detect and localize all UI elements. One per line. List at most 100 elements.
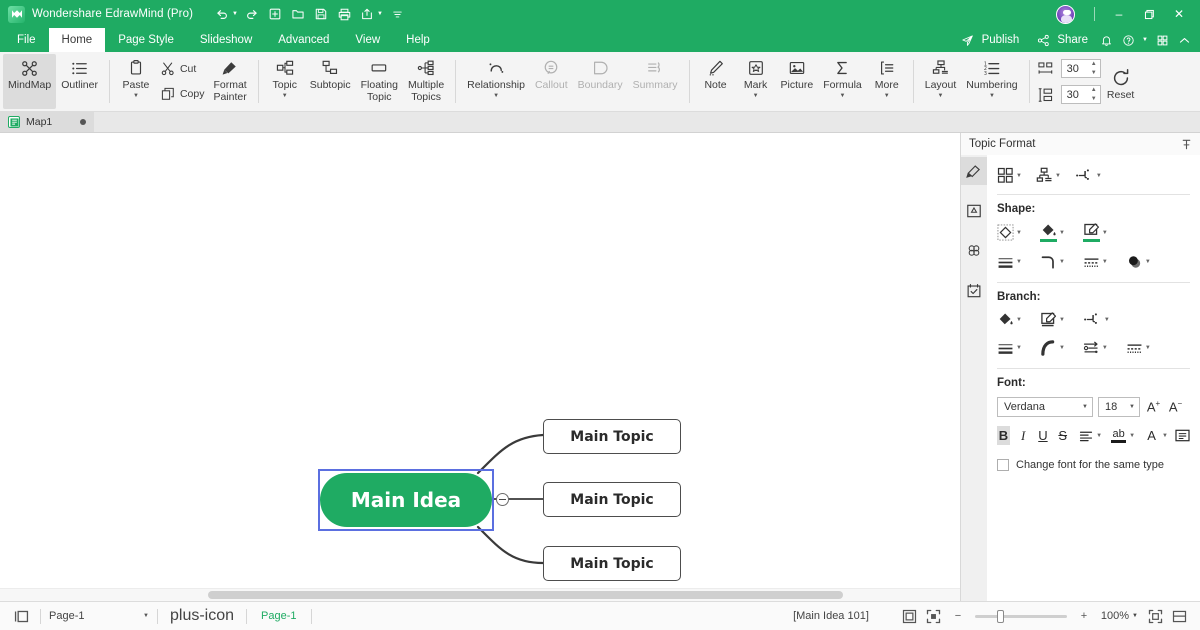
page-select-caret-icon[interactable]: ▼ xyxy=(143,613,149,619)
corner-style-button[interactable]: ▼ xyxy=(1040,255,1065,270)
font-size-select[interactable]: 18 ▼ xyxy=(1098,397,1140,417)
publish-button[interactable]: Publish xyxy=(952,28,1026,52)
branch-dash-caret-icon[interactable]: ▼ xyxy=(1145,345,1151,351)
fit-screen-icon[interactable] xyxy=(923,609,945,624)
zoom-slider[interactable] xyxy=(975,615,1067,618)
formula-button[interactable]: Formula ▼ xyxy=(818,54,867,109)
branch-curve-button[interactable]: ▼ xyxy=(1040,340,1065,356)
formula-caret-icon[interactable]: ▼ xyxy=(840,93,846,99)
strikethrough-button[interactable]: S xyxy=(1056,426,1069,445)
menu-item-slideshow[interactable]: Slideshow xyxy=(187,28,265,52)
new-file-icon[interactable] xyxy=(264,3,286,25)
open-folder-icon[interactable] xyxy=(287,3,309,25)
dash-style-caret-icon[interactable]: ▼ xyxy=(1102,259,1108,265)
chevron-up-icon[interactable] xyxy=(1174,28,1194,52)
horizontal-spinner-arrows[interactable]: ▲▼ xyxy=(1091,61,1097,76)
multiple-topics-button[interactable]: Multiple Topics xyxy=(403,54,449,109)
layout-hierarchy-caret-icon[interactable]: ▼ xyxy=(1055,173,1061,179)
menu-item-home[interactable]: Home xyxy=(49,28,106,52)
branch-connector-button[interactable]: ▼ xyxy=(1075,167,1102,184)
mindmap-canvas[interactable]: Main Idea Main Topic Main Topic Main Top… xyxy=(0,133,960,601)
fit-page-icon[interactable] xyxy=(899,609,921,624)
change-font-checkbox[interactable] xyxy=(997,459,1009,471)
font-color-caret-icon[interactable]: ▼ xyxy=(1162,433,1168,439)
italic-button[interactable]: I xyxy=(1017,426,1030,445)
numbering-button[interactable]: 123 Numbering ▼ xyxy=(961,54,1022,109)
task-tab[interactable] xyxy=(961,277,987,305)
save-disk-icon[interactable] xyxy=(310,3,332,25)
topic-node-2[interactable]: Main Topic xyxy=(543,482,681,517)
menu-item-page-style[interactable]: Page Style xyxy=(105,28,187,52)
shadow-style-button[interactable]: ▼ xyxy=(1126,254,1151,270)
canvas-horizontal-scrollbar-track[interactable] xyxy=(0,588,960,601)
text-align-button[interactable]: ▼ xyxy=(1076,426,1102,445)
undo-icon[interactable] xyxy=(211,3,233,25)
summary-button[interactable]: Summary xyxy=(628,54,683,109)
more-button[interactable]: More ▼ xyxy=(867,54,907,109)
outliner-button[interactable]: Outliner xyxy=(56,54,103,109)
dash-style-button[interactable]: ▼ xyxy=(1083,255,1108,270)
layout-hierarchy-button[interactable]: ▼ xyxy=(1036,167,1061,184)
branch-connector-caret-icon[interactable]: ▼ xyxy=(1096,173,1102,179)
picture-button[interactable]: Picture xyxy=(776,54,819,109)
decrease-font-icon[interactable]: A− xyxy=(1167,399,1184,414)
branch-weight-button[interactable]: ▼ xyxy=(997,341,1022,356)
fill-color-caret-icon[interactable]: ▼ xyxy=(1059,230,1065,236)
subtopic-button[interactable]: Subtopic xyxy=(305,54,356,109)
focus-mode-icon[interactable] xyxy=(1144,609,1166,624)
branch-dash-button[interactable]: ▼ xyxy=(1126,341,1151,356)
more-options-icon[interactable] xyxy=(386,3,408,25)
branch-connector-caret-icon[interactable]: ▼ xyxy=(1104,317,1110,323)
fill-color-button[interactable]: ▼ xyxy=(1040,223,1065,242)
note-button[interactable]: Note xyxy=(696,54,736,109)
vertical-spacing-input[interactable]: 30 ▲▼ xyxy=(1061,85,1101,104)
branch-line-color-button[interactable]: ▼ xyxy=(1040,312,1065,328)
mark-caret-icon[interactable]: ▼ xyxy=(753,93,759,99)
corner-style-caret-icon[interactable]: ▼ xyxy=(1059,259,1065,265)
zoom-in-button[interactable]: + xyxy=(1073,610,1095,622)
floating-topic-button[interactable]: Floating Topic xyxy=(356,54,403,109)
full-screen-icon[interactable] xyxy=(1168,609,1190,624)
line-weight-button[interactable]: ▼ xyxy=(997,255,1022,270)
menu-item-help[interactable]: Help xyxy=(393,28,443,52)
avatar[interactable] xyxy=(1056,5,1075,24)
font-family-select[interactable]: Verdana ▼ xyxy=(997,397,1093,417)
share-button[interactable]: Share xyxy=(1027,28,1094,52)
print-icon[interactable] xyxy=(333,3,355,25)
branch-fill-caret-icon[interactable]: ▼ xyxy=(1016,317,1022,323)
branch-weight-caret-icon[interactable]: ▼ xyxy=(1016,345,1022,351)
image-tab[interactable] xyxy=(961,197,987,225)
redo-icon[interactable] xyxy=(241,3,263,25)
branch-line-caret-icon[interactable]: ▼ xyxy=(1059,317,1065,323)
page-view-icon[interactable] xyxy=(10,610,32,623)
style-tab[interactable] xyxy=(961,157,987,185)
page-tab-page-1[interactable]: Page-1 xyxy=(255,610,302,622)
branch-arrow-caret-icon[interactable]: ▼ xyxy=(1102,345,1108,351)
branch-connector-style-button[interactable]: ▼ xyxy=(1083,311,1110,328)
theme-grid-caret-icon[interactable]: ▼ xyxy=(1016,173,1022,179)
canvas-surface[interactable]: Main Idea Main Topic Main Topic Main Top… xyxy=(0,133,960,601)
branch-curve-caret-icon[interactable]: ▼ xyxy=(1059,345,1065,351)
font-color-button[interactable]: A ▼ xyxy=(1142,426,1168,445)
pin-icon[interactable] xyxy=(1181,139,1192,150)
callout-button[interactable]: Callout xyxy=(530,54,573,109)
export-share-icon[interactable] xyxy=(356,3,378,25)
reset-button[interactable]: Reset xyxy=(1101,61,1141,102)
collapse-minus-icon[interactable] xyxy=(496,493,509,506)
text-highlight-button[interactable]: ab ▼ xyxy=(1109,426,1135,445)
font-size-caret-icon[interactable]: ▼ xyxy=(1125,404,1135,410)
apps-grid-icon[interactable] xyxy=(1152,28,1172,52)
menu-item-file[interactable]: File xyxy=(4,28,49,52)
notification-bell-icon[interactable] xyxy=(1096,28,1116,52)
paste-button[interactable]: Paste ▼ xyxy=(116,54,156,109)
zoom-out-button[interactable]: − xyxy=(947,610,969,622)
topic-node-1[interactable]: Main Topic xyxy=(543,419,681,454)
help-circle-icon[interactable] xyxy=(1118,28,1138,52)
text-highlight-caret-icon[interactable]: ▼ xyxy=(1129,433,1135,439)
zoom-thumb[interactable] xyxy=(997,610,1004,623)
canvas-horizontal-scrollbar[interactable] xyxy=(208,591,843,599)
cut-button[interactable]: Cut xyxy=(156,57,209,82)
add-page-button[interactable]: plus-icon xyxy=(166,607,238,625)
branch-arrow-button[interactable]: ▼ xyxy=(1083,340,1108,356)
topic-node-3[interactable]: Main Topic xyxy=(543,546,681,581)
